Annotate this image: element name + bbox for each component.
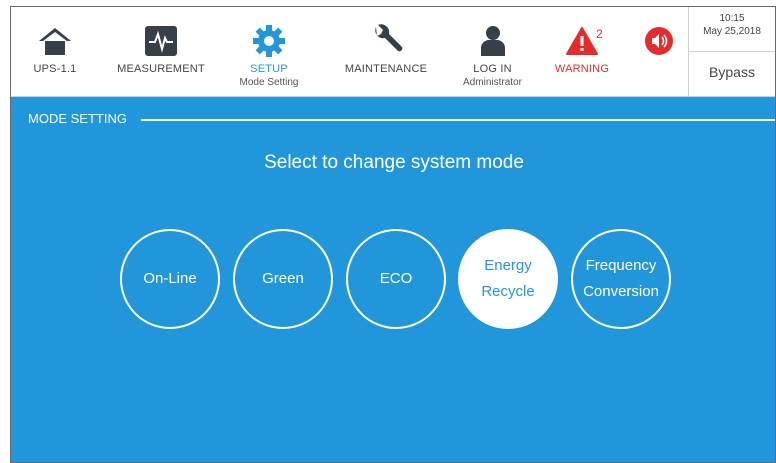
speaker-icon bbox=[644, 23, 674, 59]
nav-setup[interactable]: SETUP Mode Setting bbox=[234, 7, 304, 96]
section-title: MODE SETTING bbox=[28, 111, 127, 126]
status-panel: 10:15 May 25,2018 Bypass bbox=[688, 7, 775, 96]
home-icon bbox=[38, 23, 72, 59]
mode-frequency-conversion-button[interactable]: Frequency Conversion bbox=[571, 229, 671, 329]
app-window: UPS-1.1 MEASUREMENT SETUP Mode Setting M… bbox=[10, 6, 776, 463]
section-divider bbox=[141, 119, 775, 121]
page-instruction: Select to change system mode bbox=[264, 152, 524, 173]
mode-eco-button[interactable]: ECO bbox=[346, 229, 446, 329]
user-icon bbox=[480, 23, 506, 59]
nav-ups-label: UPS-1.1 bbox=[33, 63, 77, 75]
clock-date: May 25,2018 bbox=[703, 26, 761, 37]
nav-setup-sublabel: Mode Setting bbox=[239, 77, 299, 88]
pulse-icon bbox=[144, 23, 178, 59]
system-mode-status: Bypass bbox=[709, 64, 755, 80]
gear-icon bbox=[252, 23, 286, 59]
nav-setup-label: SETUP bbox=[250, 63, 288, 75]
mode-online-button[interactable]: On-Line bbox=[120, 229, 220, 329]
nav-login-label: LOG IN bbox=[473, 63, 512, 75]
nav-ups[interactable]: UPS-1.1 bbox=[25, 7, 85, 96]
nav-maintenance-label: MAINTENANCE bbox=[344, 63, 428, 75]
nav-maintenance[interactable]: MAINTENANCE bbox=[336, 7, 436, 96]
clock-time: 10:15 bbox=[719, 13, 745, 24]
warning-count-badge: 2 bbox=[596, 27, 603, 41]
nav-warning[interactable]: 2 WARNING bbox=[546, 7, 618, 96]
warning-icon bbox=[566, 23, 598, 59]
status-divider bbox=[689, 51, 775, 52]
nav-measurement-label: MEASUREMENT bbox=[117, 63, 205, 75]
wrench-icon bbox=[369, 23, 403, 59]
nav-login-sublabel: Administrator bbox=[463, 77, 522, 88]
sound-toggle-button[interactable] bbox=[639, 7, 679, 96]
mode-green-button[interactable]: Green bbox=[233, 229, 333, 329]
top-navigation-bar: UPS-1.1 MEASUREMENT SETUP Mode Setting M… bbox=[11, 7, 775, 97]
nav-warning-label: WARNING bbox=[554, 63, 610, 75]
mode-energy-recycle-button[interactable]: Energy Recycle bbox=[458, 229, 558, 329]
nav-measurement[interactable]: MEASUREMENT bbox=[111, 7, 211, 96]
nav-login[interactable]: LOG IN Administrator bbox=[455, 7, 530, 96]
